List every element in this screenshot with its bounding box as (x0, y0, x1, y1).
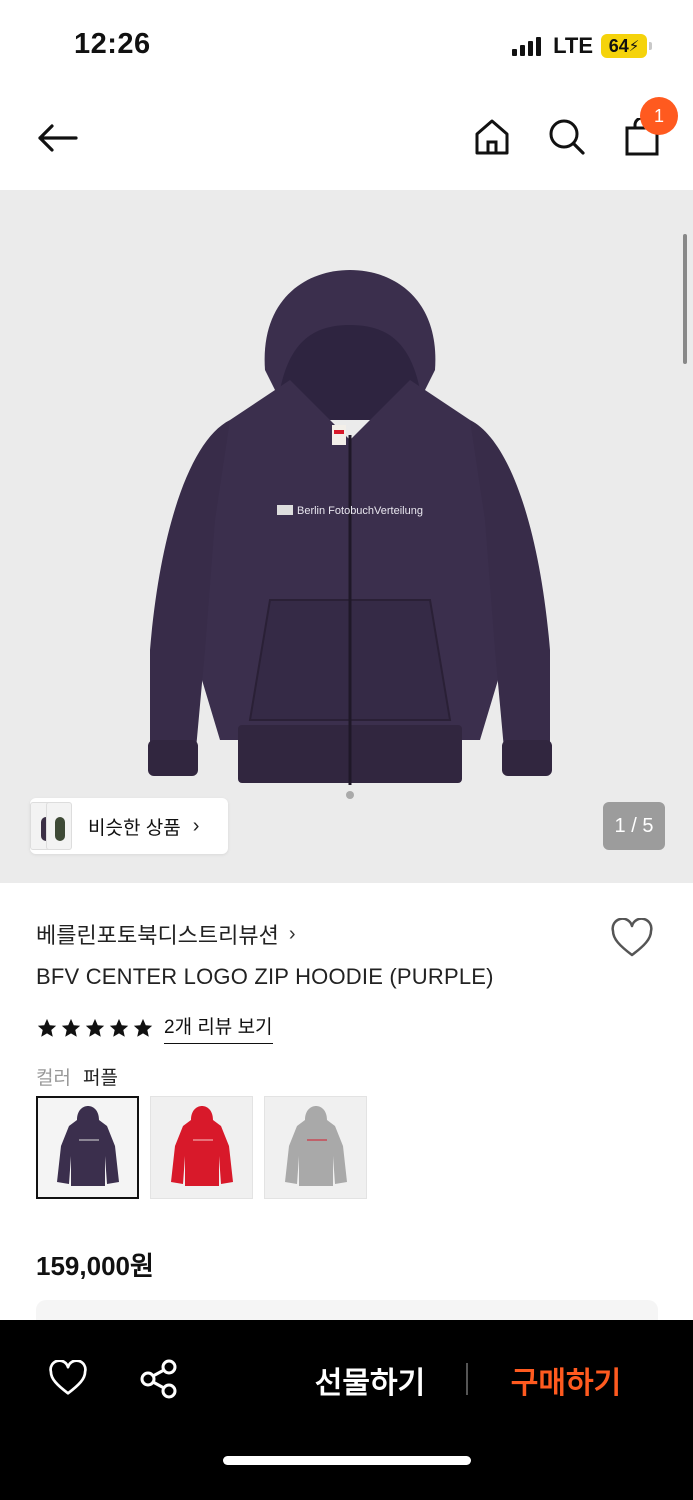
heart-icon (611, 917, 653, 957)
logo-print: Berlin FotobuchVerteilung (297, 505, 423, 517)
home-button[interactable] (468, 112, 516, 162)
swatch-purple[interactable] (36, 1096, 139, 1199)
star-icon (133, 1018, 153, 1037)
network-label: LTE (553, 33, 593, 58)
battery-icon: 64 ⚡ (601, 34, 652, 58)
search-button[interactable] (543, 112, 591, 162)
chevron-right-icon: › (192, 814, 200, 837)
bottom-wishlist-button[interactable] (48, 1359, 88, 1400)
color-label: 컬러 (36, 1068, 71, 1089)
brand-name: 베를린포토북디스트리뷰션 (36, 923, 279, 948)
rating-row: 2개 리뷰 보기 (36, 1012, 273, 1044)
swatch-red[interactable] (150, 1096, 253, 1199)
arrow-left-icon (38, 124, 78, 152)
color-swatches (36, 1096, 367, 1199)
divider (466, 1363, 468, 1395)
scrollbar[interactable] (683, 234, 687, 364)
brand-link[interactable]: 베를린포토북디스트리뷰션 › (36, 918, 296, 950)
product-image-carousel[interactable]: Berlin FotobuchVerteilung 비슷한 상품 › 1 / 5 (0, 190, 693, 883)
search-icon (549, 119, 585, 155)
color-value: 퍼플 (82, 1068, 118, 1089)
share-button[interactable] (138, 1358, 180, 1400)
star-icon (85, 1018, 105, 1037)
similar-products-label: 비슷한 상품 (88, 817, 181, 839)
home-indicator[interactable] (223, 1456, 471, 1465)
share-icon (140, 1359, 177, 1399)
gift-button[interactable]: 선물하기 (290, 1356, 450, 1404)
status-indicators: LTE 64 ⚡ (512, 33, 652, 59)
similar-thumbnail (46, 802, 72, 850)
hoodie-thumbnail (170, 1105, 233, 1186)
image-page-indicator: 1 / 5 (603, 802, 665, 850)
cart-count-badge: 1 (640, 97, 678, 135)
top-nav (0, 90, 693, 190)
status-time: 12:26 (74, 28, 151, 60)
status-bar: 12:26 LTE 64 ⚡ (0, 0, 693, 90)
bottom-action-bar: 선물하기 구매하기 (0, 1320, 693, 1500)
hoodie-thumbnail (284, 1105, 347, 1186)
star-rating (36, 1017, 154, 1039)
wishlist-button[interactable] (610, 917, 656, 962)
heart-icon (49, 1359, 87, 1395)
star-icon (109, 1018, 129, 1037)
product-title: BFV CENTER LOGO ZIP HOODIE (PURPLE) (36, 964, 494, 989)
star-icon (61, 1018, 81, 1037)
buy-button[interactable]: 구매하기 (488, 1356, 644, 1404)
hoodie-thumbnail (56, 1105, 119, 1186)
back-button[interactable] (30, 114, 84, 162)
home-icon (475, 119, 509, 155)
review-link[interactable]: 2개 리뷰 보기 (164, 1012, 273, 1044)
signal-icon (512, 36, 542, 56)
chevron-right-icon: › (288, 922, 296, 945)
color-option-row: 컬러 퍼플 (36, 1063, 118, 1090)
battery-level: 64 (608, 35, 629, 56)
swatch-gray[interactable] (264, 1096, 367, 1199)
product-price: 159,000원 (36, 1251, 154, 1281)
star-icon (37, 1018, 57, 1037)
similar-products-button[interactable]: 비슷한 상품 › (30, 798, 228, 854)
product-image: Berlin FotobuchVerteilung (120, 270, 580, 810)
similar-products-thumbnails (30, 798, 80, 854)
